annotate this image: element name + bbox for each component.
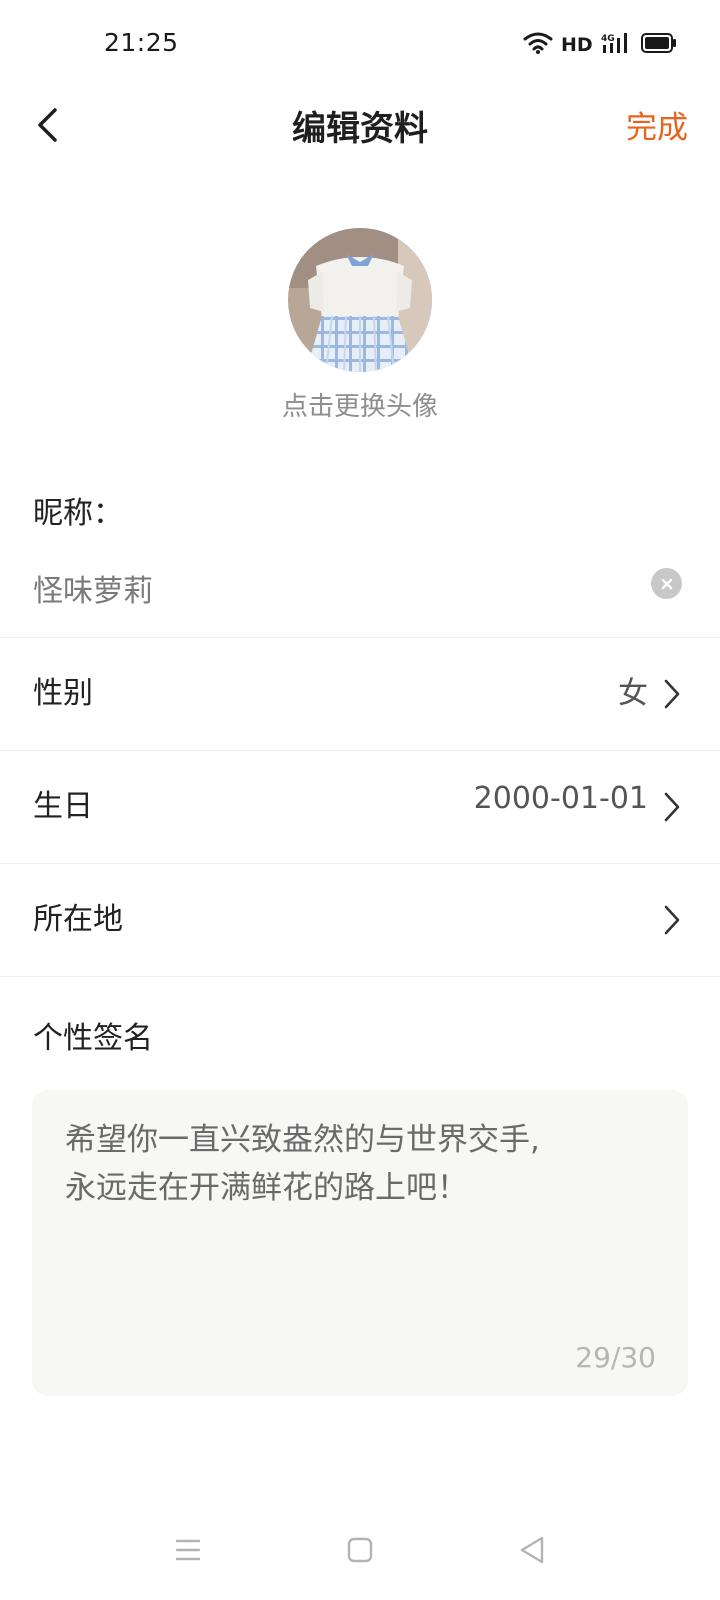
signature-label: 个性签名	[33, 1021, 153, 1056]
chevron-right-icon	[664, 679, 680, 709]
chevron-right-icon	[664, 905, 680, 935]
signature-textarea[interactable]: 希望你一直兴致盎然的与世界交手, 永远走在开满鲜花的路上吧！ 29/30	[32, 1090, 688, 1396]
chevron-right-icon	[664, 792, 680, 822]
square-icon	[347, 1537, 373, 1563]
signature-char-count: 29/30	[575, 1341, 656, 1374]
done-button[interactable]: 完成	[626, 102, 688, 147]
status-time: 21:25	[104, 28, 179, 57]
back-key[interactable]	[512, 1530, 552, 1570]
signature-text: 希望你一直兴致盎然的与世界交手, 永远走在开满鲜花的路上吧！	[65, 1122, 540, 1206]
nav-bar: 编辑资料 完成	[0, 90, 720, 182]
gender-label: 性别	[33, 676, 93, 711]
svg-text:4G: 4G	[601, 34, 615, 44]
birthday-value: 2000-01-01	[473, 781, 648, 816]
nickname-label: 昵称：	[33, 496, 123, 531]
battery-icon	[640, 32, 677, 58]
status-bar: 21:25 HD 4G	[0, 0, 720, 90]
status-icons: HD 4G	[523, 31, 677, 59]
avatar-image	[288, 228, 432, 372]
menu-icon	[175, 1539, 201, 1561]
nickname-input[interactable]	[33, 566, 633, 610]
triangle-back-icon	[520, 1536, 544, 1564]
gender-row[interactable]: 性别 女	[0, 638, 720, 750]
avatar[interactable]	[288, 228, 432, 372]
menu-key[interactable]	[168, 1530, 208, 1570]
clear-nickname-button[interactable]	[651, 568, 682, 599]
divider	[0, 976, 720, 977]
birthday-label: 生日	[33, 789, 93, 824]
close-icon	[661, 578, 672, 589]
network-hd-label: HD	[561, 34, 593, 56]
system-nav-bar	[0, 1530, 720, 1580]
signal-4g-icon: 4G	[601, 31, 633, 59]
gender-value: 女	[618, 676, 648, 711]
wifi-icon	[523, 31, 553, 59]
home-key[interactable]	[340, 1530, 380, 1570]
birthday-row[interactable]: 生日 2000-01-01	[0, 751, 720, 863]
edit-profile-screen: 21:25 HD 4G 编辑资料 完成 点击更换头像 昵称： 怪味萝莉 性别 女…	[0, 0, 720, 1600]
location-row[interactable]: 所在地	[0, 864, 720, 976]
location-label: 所在地	[33, 902, 123, 937]
avatar-change-hint[interactable]: 点击更换头像	[0, 386, 720, 423]
page-title: 编辑资料	[292, 109, 428, 149]
